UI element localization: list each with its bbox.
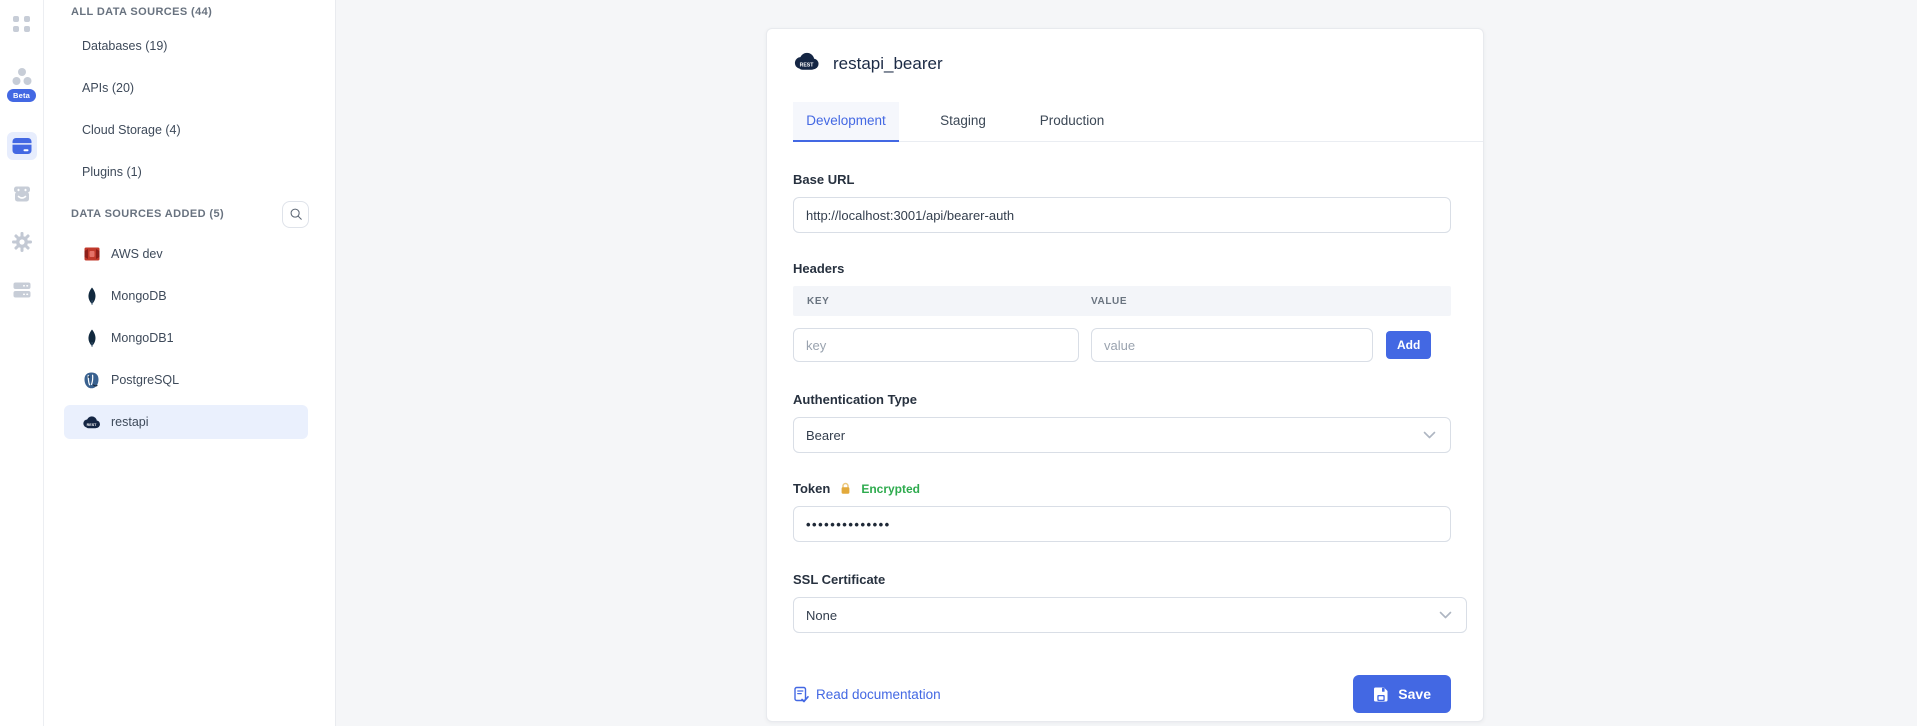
doc-link-label: Read documentation	[816, 687, 941, 702]
tab-staging[interactable]: Staging	[926, 102, 1000, 141]
storefront-glyph	[11, 183, 33, 205]
value-column-header: VALUE	[1091, 296, 1127, 307]
search-button[interactable]	[282, 201, 309, 228]
rest-cloud-icon: REST	[793, 52, 820, 76]
ssl-certificate-select[interactable]: None	[793, 597, 1467, 633]
environment-tabs: Development Staging Production	[793, 102, 1483, 142]
token-label-row: Token Encrypted	[793, 481, 1451, 496]
page-title: restapi_bearer	[833, 54, 943, 74]
auth-type-select[interactable]: Bearer	[793, 417, 1451, 453]
card-header: REST restapi_bearer	[793, 29, 1451, 78]
tab-production[interactable]: Production	[1027, 102, 1117, 141]
token-input[interactable]	[793, 506, 1451, 542]
headers-table-head: KEY VALUE	[793, 286, 1451, 316]
workflows-icon[interactable]	[7, 63, 37, 91]
source-label: PostgreSQL	[111, 373, 179, 387]
ssl-selected-value: None	[806, 608, 837, 623]
data-sources-sidebar: ALL DATA SOURCES (44) Databases (19) API…	[44, 0, 336, 726]
source-label: MongoDB	[111, 289, 167, 303]
search-icon	[289, 207, 303, 221]
sidebar-item-mongodb[interactable]: MongoDB	[44, 275, 335, 317]
header-value-input[interactable]	[1091, 328, 1373, 362]
headers-input-row: Add	[793, 328, 1451, 362]
key-column-header: KEY	[793, 296, 1091, 307]
mongodb-icon	[82, 287, 101, 306]
all-data-sources-header: ALL DATA SOURCES (44)	[44, 3, 335, 21]
dots-grid-glyph	[13, 16, 31, 32]
data-sources-added-header: DATA SOURCES ADDED (5)	[44, 205, 224, 223]
cluster-glyph	[11, 67, 33, 87]
sidebar-item-restapi[interactable]: REST restapi	[44, 401, 335, 443]
aws-icon	[82, 245, 101, 264]
read-documentation-link[interactable]: Read documentation	[793, 686, 941, 703]
sidebar-item-databases[interactable]: Databases (19)	[44, 25, 335, 67]
beta-badge: Beta	[7, 89, 36, 102]
sidebar-item-postgresql[interactable]: PostgreSQL	[44, 359, 335, 401]
headers-label: Headers	[793, 261, 1451, 276]
chevron-down-icon	[1439, 611, 1452, 619]
rest-cloud-icon: REST	[82, 413, 101, 432]
source-label: AWS dev	[111, 247, 163, 261]
data-sources-icon[interactable]	[7, 132, 37, 160]
sidebar-item-cloud-storage[interactable]: Cloud Storage (4)	[44, 109, 335, 151]
svg-text:REST: REST	[800, 62, 815, 68]
gear-glyph	[11, 231, 33, 253]
header-key-input[interactable]	[793, 328, 1079, 362]
sidebar-item-mongodb1[interactable]: MongoDB1	[44, 317, 335, 359]
save-button[interactable]: Save	[1353, 675, 1451, 713]
chevron-down-icon	[1423, 431, 1436, 439]
tab-development[interactable]: Development	[793, 102, 899, 142]
wallet-glyph	[10, 135, 34, 157]
base-url-input[interactable]	[793, 197, 1451, 233]
source-label: MongoDB1	[111, 331, 174, 345]
category-list: Databases (19) APIs (20) Cloud Storage (…	[44, 25, 335, 193]
save-floppy-icon	[1373, 686, 1389, 702]
apps-grid-icon[interactable]	[7, 10, 37, 38]
server-glyph	[11, 280, 33, 300]
app-rail: Beta	[0, 0, 44, 726]
data-source-config-card: REST restapi_bearer Development Staging …	[766, 28, 1484, 722]
svg-text:REST: REST	[87, 422, 98, 426]
auth-type-label: Authentication Type	[793, 392, 1451, 407]
ssl-certificate-label: SSL Certificate	[793, 572, 1451, 587]
card-footer: Read documentation Save	[793, 675, 1451, 713]
connection-form: Base URL Headers KEY VALUE Add Authentic…	[793, 172, 1451, 713]
mongodb-icon	[82, 329, 101, 348]
encrypted-badge: Encrypted	[861, 482, 920, 496]
sidebar-item-aws-dev[interactable]: AWS dev	[44, 233, 335, 275]
save-button-label: Save	[1398, 686, 1431, 702]
added-sources-list: AWS dev MongoDB MongoDB1	[44, 233, 335, 443]
token-label: Token	[793, 481, 830, 496]
marketplace-icon[interactable]	[7, 180, 37, 208]
auth-type-selected-value: Bearer	[806, 428, 845, 443]
base-url-label: Base URL	[793, 172, 1451, 187]
add-header-button[interactable]: Add	[1386, 331, 1431, 359]
audit-logs-icon[interactable]	[7, 276, 37, 304]
postgresql-icon	[82, 371, 101, 390]
sidebar-item-apis[interactable]: APIs (20)	[44, 67, 335, 109]
settings-gear-icon[interactable]	[7, 228, 37, 256]
document-icon	[793, 686, 809, 703]
lock-icon	[839, 482, 852, 495]
added-header-row: DATA SOURCES ADDED (5)	[44, 195, 335, 233]
sidebar-item-plugins[interactable]: Plugins (1)	[44, 151, 335, 193]
source-label: restapi	[111, 415, 149, 429]
